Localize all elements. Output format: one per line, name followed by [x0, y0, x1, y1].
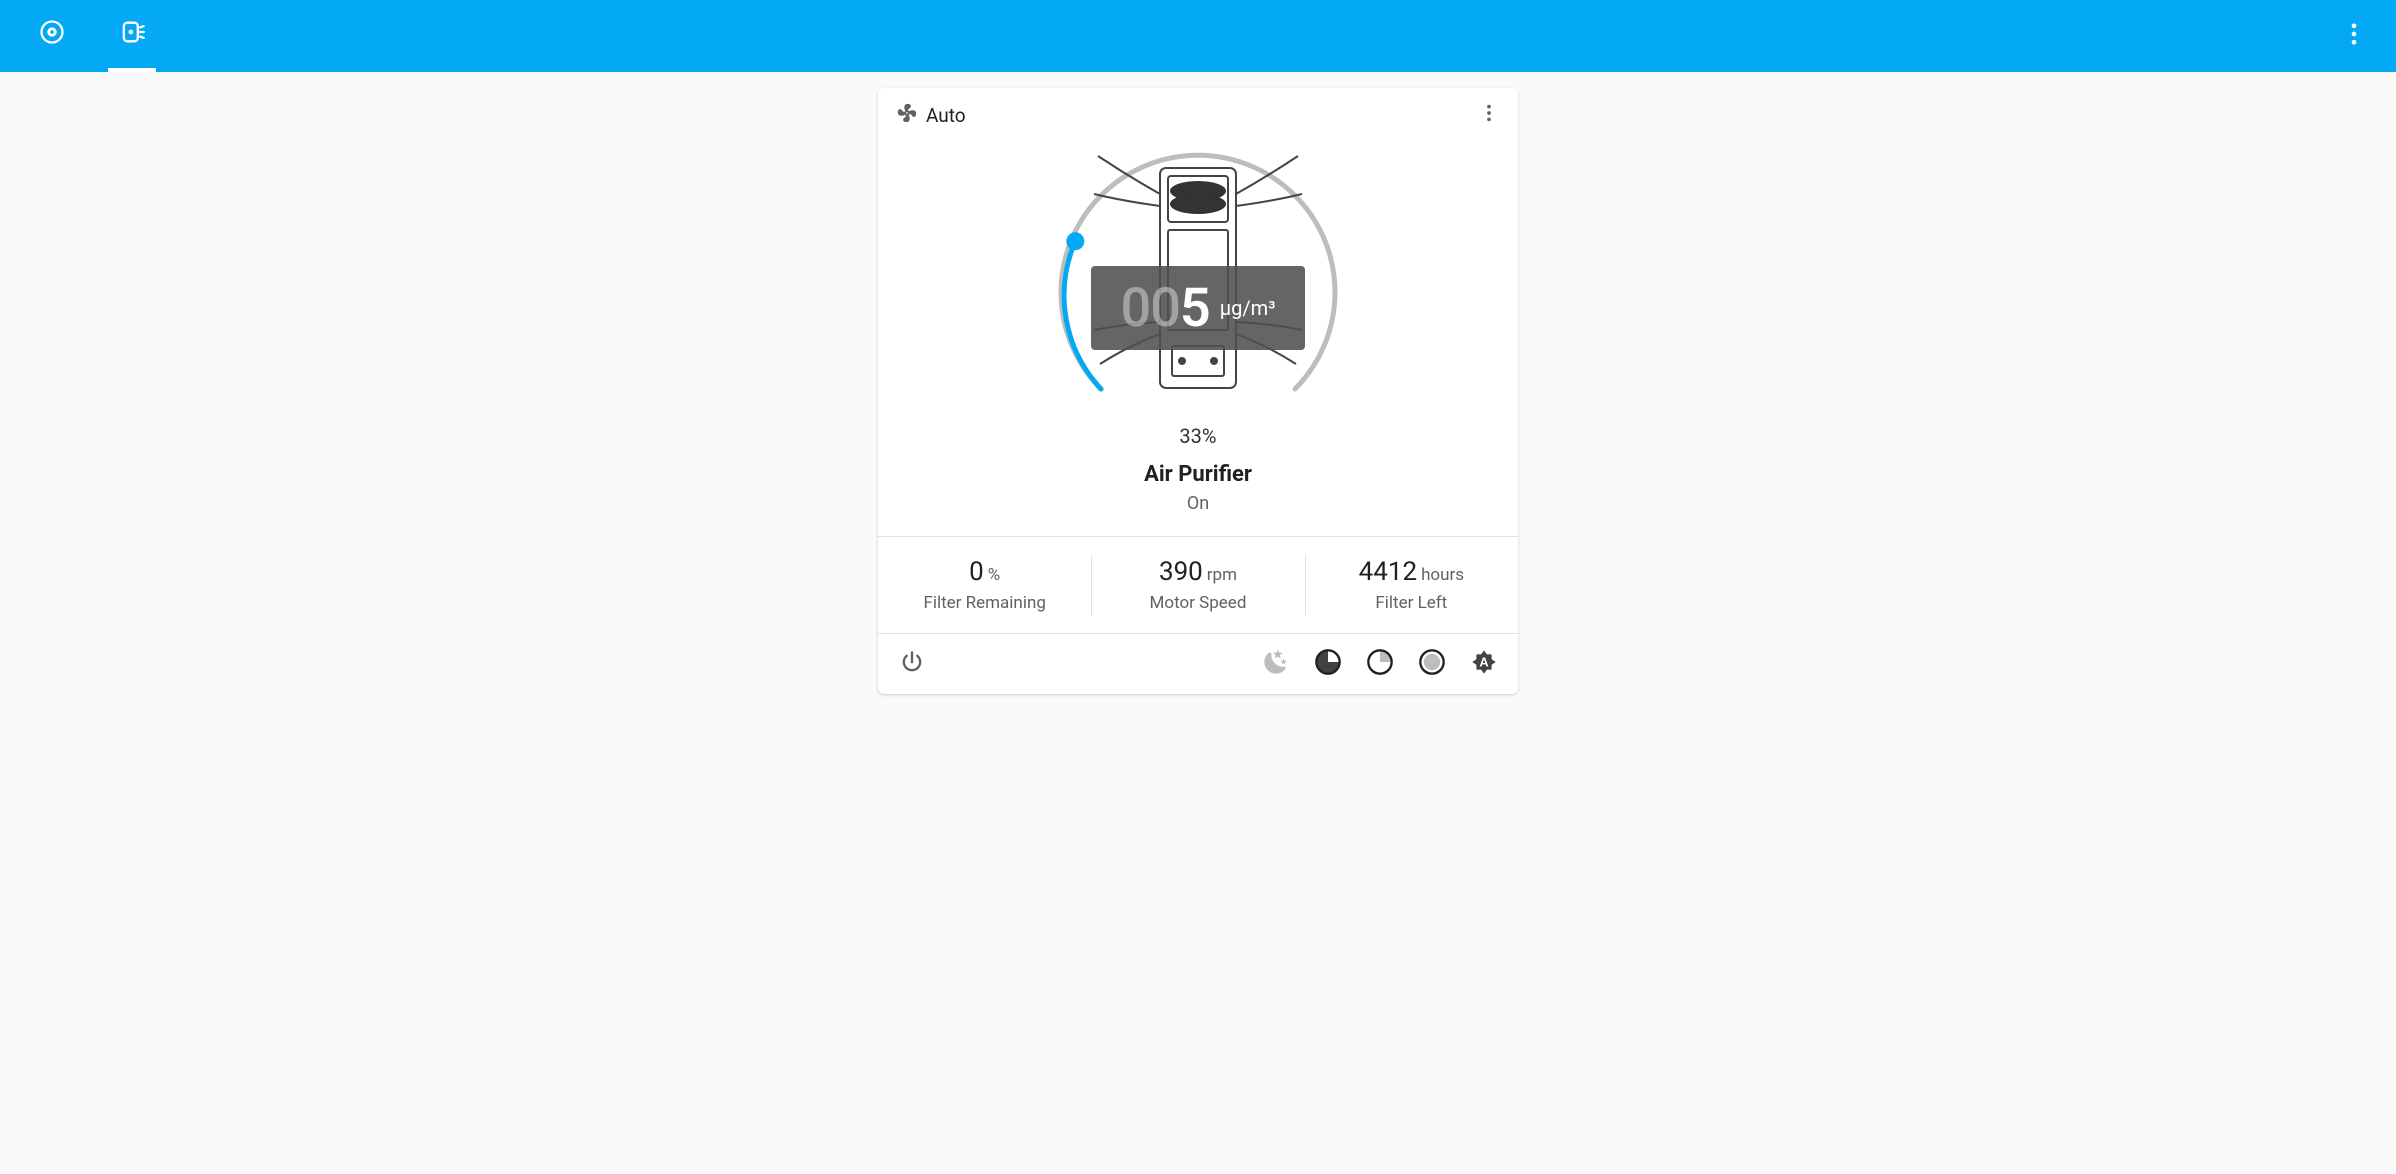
- stat-filter-remaining: 0% Filter Remaining: [878, 537, 1091, 633]
- stat-value: 4412: [1359, 557, 1417, 587]
- stat-label: Filter Remaining: [886, 593, 1083, 613]
- header-menu-button[interactable]: [2340, 20, 2368, 52]
- auto-mode-button[interactable]: A: [1470, 648, 1498, 680]
- device-status: On: [1187, 493, 1209, 514]
- pm-reading: 005 μg/m³: [1091, 266, 1305, 350]
- dots-vertical-icon: [1478, 109, 1500, 128]
- pm-value: 5: [1180, 277, 1210, 340]
- air-purifier-tab[interactable]: [108, 0, 156, 72]
- air-purifier-card: Auto: [878, 88, 1518, 694]
- gauge[interactable]: 005 μg/m³: [1038, 142, 1358, 422]
- stat-value: 0: [969, 557, 984, 587]
- content-area: Auto: [0, 72, 2396, 710]
- stats-row: 0% Filter Remaining 390rpm Motor Speed 4…: [878, 536, 1518, 633]
- level3-icon: [1418, 661, 1446, 680]
- mode-label: Auto: [926, 104, 966, 127]
- stat-label: Filter Left: [1313, 593, 1510, 613]
- purifier-icon: [118, 18, 146, 50]
- night-mode-button[interactable]: [1262, 648, 1290, 680]
- level1-icon: [1314, 661, 1342, 680]
- pm-leading-zeros: 00: [1121, 277, 1180, 340]
- robot-vacuum-tab[interactable]: [28, 0, 76, 72]
- level-3-button[interactable]: [1418, 648, 1446, 680]
- power-button[interactable]: [898, 648, 926, 680]
- stat-unit: hours: [1421, 565, 1464, 585]
- auto-icon: A: [1470, 661, 1498, 680]
- stat-unit: %: [988, 565, 1000, 585]
- stat-unit: rpm: [1207, 565, 1237, 585]
- level-2-button[interactable]: [1366, 648, 1394, 680]
- stat-value: 390: [1159, 557, 1203, 587]
- power-icon: [898, 661, 926, 680]
- actions-row: A: [878, 633, 1518, 694]
- pm-unit: μg/m³: [1220, 296, 1276, 320]
- svg-text:A: A: [1479, 655, 1488, 670]
- level-1-button[interactable]: [1314, 648, 1342, 680]
- card-header: Auto: [878, 88, 1518, 134]
- fan-icon: [896, 102, 918, 128]
- stat-label: Motor Speed: [1099, 593, 1296, 613]
- header-tabs: [28, 0, 156, 72]
- dots-vertical-icon: [2340, 33, 2368, 52]
- level2-icon: [1366, 661, 1394, 680]
- device-name: Air Purifier: [1144, 462, 1252, 487]
- stat-filter-left: 4412hours Filter Left: [1305, 537, 1518, 633]
- app-header: [0, 0, 2396, 72]
- gauge-area: 005 μg/m³ 33% Air Purifier On: [878, 134, 1518, 536]
- card-menu-button[interactable]: [1478, 102, 1500, 128]
- vacuum-icon: [38, 18, 66, 50]
- night-icon: [1262, 661, 1290, 680]
- stat-motor-speed: 390rpm Motor Speed: [1091, 537, 1304, 633]
